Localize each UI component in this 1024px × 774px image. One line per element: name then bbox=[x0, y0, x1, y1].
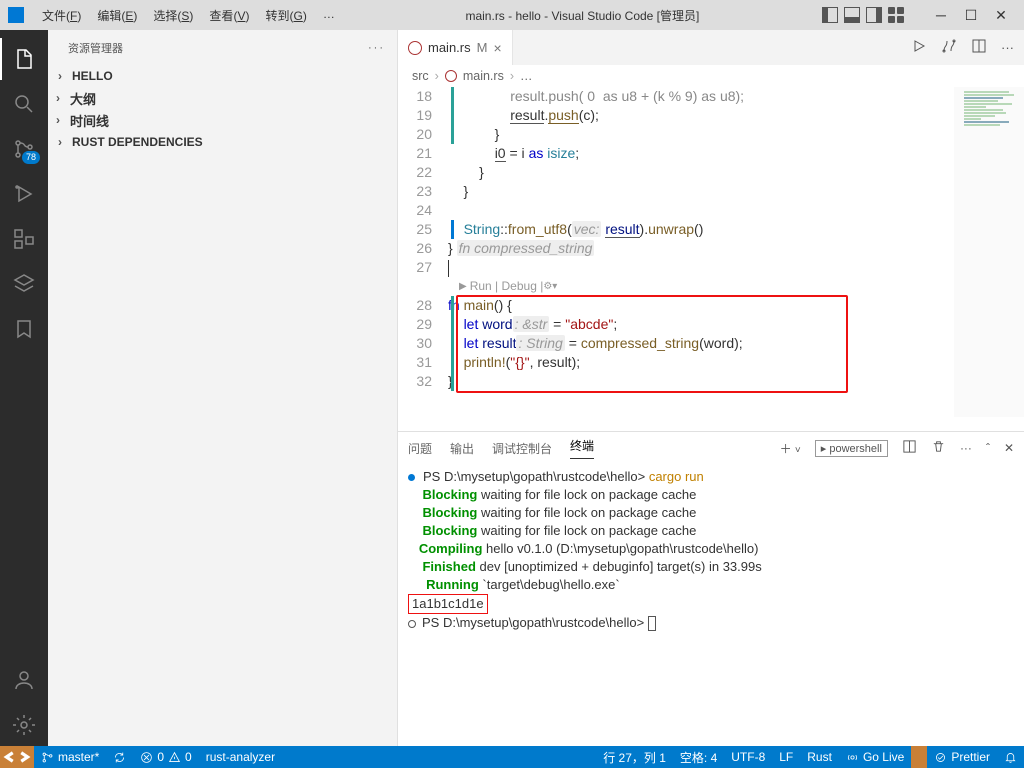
sidebar-title: 资源管理器 bbox=[68, 40, 123, 56]
highlight-box-main bbox=[456, 295, 848, 393]
status-prettier[interactable]: Prettier bbox=[927, 746, 997, 768]
editor-tabs: main.rs M × ··· bbox=[398, 30, 1024, 65]
status-bar: master* 0 0 rust-analyzer 行 27，列 1 空格: 4… bbox=[0, 746, 1024, 768]
tree-outline[interactable]: ›大纲 bbox=[48, 87, 397, 109]
status-sync[interactable] bbox=[106, 746, 133, 768]
activity-explorer[interactable] bbox=[0, 38, 48, 80]
window-title: main.rs - hello - Visual Studio Code [管理… bbox=[353, 7, 812, 24]
breadcrumbs[interactable]: src› main.rs› … bbox=[398, 65, 1024, 87]
activity-bar: 78 bbox=[0, 30, 48, 746]
compare-icon[interactable] bbox=[941, 38, 957, 57]
menu-goto[interactable]: 转到(G) bbox=[257, 3, 314, 28]
minimize-icon[interactable]: ─ bbox=[926, 1, 956, 29]
panel-close-icon[interactable]: ✕ bbox=[1004, 441, 1014, 455]
menu-bar: 文件(F) 编辑(E) 选择(S) 查看(V) 转到(G) … bbox=[34, 3, 343, 28]
status-golive[interactable]: Go Live bbox=[839, 746, 911, 768]
menu-view[interactable]: 查看(V) bbox=[201, 3, 257, 28]
scm-badge: 78 bbox=[22, 151, 40, 164]
split-icon[interactable] bbox=[971, 38, 987, 57]
close-icon[interactable]: ✕ bbox=[986, 1, 1016, 29]
status-problems[interactable]: 0 0 bbox=[133, 746, 198, 768]
title-bar: 文件(F) 编辑(E) 选择(S) 查看(V) 转到(G) … main.rs … bbox=[0, 0, 1024, 30]
status-extension-tanzu[interactable] bbox=[911, 746, 927, 768]
status-encoding[interactable]: UTF-8 bbox=[724, 746, 772, 768]
tab-main-rs[interactable]: main.rs M × bbox=[398, 30, 513, 65]
terminal-more-icon[interactable]: ··· bbox=[960, 441, 972, 455]
menu-select[interactable]: 选择(S) bbox=[145, 3, 201, 28]
terminal-split-icon[interactable] bbox=[902, 439, 917, 457]
text-cursor bbox=[448, 260, 449, 277]
layout-controls[interactable] bbox=[822, 7, 904, 23]
status-remote-icon[interactable] bbox=[0, 746, 34, 768]
panel-tab-output[interactable]: 输出 bbox=[450, 440, 474, 457]
activity-scm[interactable]: 78 bbox=[0, 128, 48, 170]
status-position[interactable]: 行 27，列 1 bbox=[596, 746, 673, 768]
terminal[interactable]: PS D:\mysetup\gopath\rustcode\hello> car… bbox=[398, 464, 1024, 746]
status-eol[interactable]: LF bbox=[772, 746, 800, 768]
menu-more[interactable]: … bbox=[315, 3, 343, 28]
rust-file-icon bbox=[445, 70, 457, 82]
code-editor[interactable]: 181920212223242526272829303132 result.pu… bbox=[398, 87, 1024, 431]
menu-edit[interactable]: 编辑(E) bbox=[89, 3, 145, 28]
maximize-icon[interactable]: ☐ bbox=[956, 1, 986, 29]
editor-more-icon[interactable]: ··· bbox=[1001, 40, 1014, 55]
tree-hello[interactable]: ›HELLO bbox=[48, 65, 397, 87]
activity-remote[interactable] bbox=[0, 263, 48, 305]
codelens-run-debug[interactable]: ▶Run | Debug | ⚙▾ bbox=[448, 277, 1024, 296]
status-branch[interactable]: master* bbox=[34, 746, 106, 768]
status-indent[interactable]: 空格: 4 bbox=[673, 746, 724, 768]
tree-rust-deps[interactable]: ›RUST DEPENDENCIES bbox=[48, 131, 397, 153]
terminal-kill-icon[interactable] bbox=[931, 439, 946, 457]
rust-file-icon bbox=[408, 41, 422, 55]
status-notifications-icon[interactable] bbox=[997, 746, 1024, 768]
sidebar-more-icon[interactable]: ··· bbox=[368, 42, 385, 54]
terminal-new-icon[interactable]: ＋ ˅ bbox=[780, 440, 801, 457]
explorer-sidebar: 资源管理器 ··· ›HELLO ›大纲 ›时间线 ›RUST DEPENDENC… bbox=[48, 30, 398, 746]
line-gutter: 181920212223242526272829303132 bbox=[398, 87, 448, 431]
panel-tab-problems[interactable]: 问题 bbox=[408, 440, 432, 457]
tree-timeline[interactable]: ›时间线 bbox=[48, 109, 397, 131]
highlight-box-output: 1a1b1c1d1e bbox=[408, 594, 488, 614]
vscode-logo-icon bbox=[8, 7, 24, 23]
status-rust-analyzer[interactable]: rust-analyzer bbox=[199, 746, 282, 768]
tab-close-icon[interactable]: × bbox=[493, 40, 501, 56]
panel: 问题 输出 调试控制台 终端 ＋ ˅ ▸ powershell ··· ˆ ✕ … bbox=[398, 431, 1024, 746]
activity-account[interactable] bbox=[0, 659, 48, 701]
terminal-shell-label[interactable]: ▸ powershell bbox=[815, 440, 888, 457]
activity-debug[interactable] bbox=[0, 173, 48, 215]
panel-tab-terminal[interactable]: 终端 bbox=[570, 437, 594, 459]
run-icon[interactable] bbox=[911, 38, 927, 57]
activity-settings[interactable] bbox=[0, 704, 48, 746]
minimap[interactable] bbox=[954, 87, 1024, 417]
activity-bookmark[interactable] bbox=[0, 308, 48, 350]
status-language[interactable]: Rust bbox=[800, 746, 839, 768]
panel-tab-debug-console[interactable]: 调试控制台 bbox=[492, 440, 552, 457]
activity-extensions[interactable] bbox=[0, 218, 48, 260]
panel-maximize-icon[interactable]: ˆ bbox=[986, 441, 990, 455]
activity-search[interactable] bbox=[0, 83, 48, 125]
menu-file[interactable]: 文件(F) bbox=[34, 3, 89, 28]
editor-group: main.rs M × ··· src› main.rs› … 18192021… bbox=[398, 30, 1024, 746]
